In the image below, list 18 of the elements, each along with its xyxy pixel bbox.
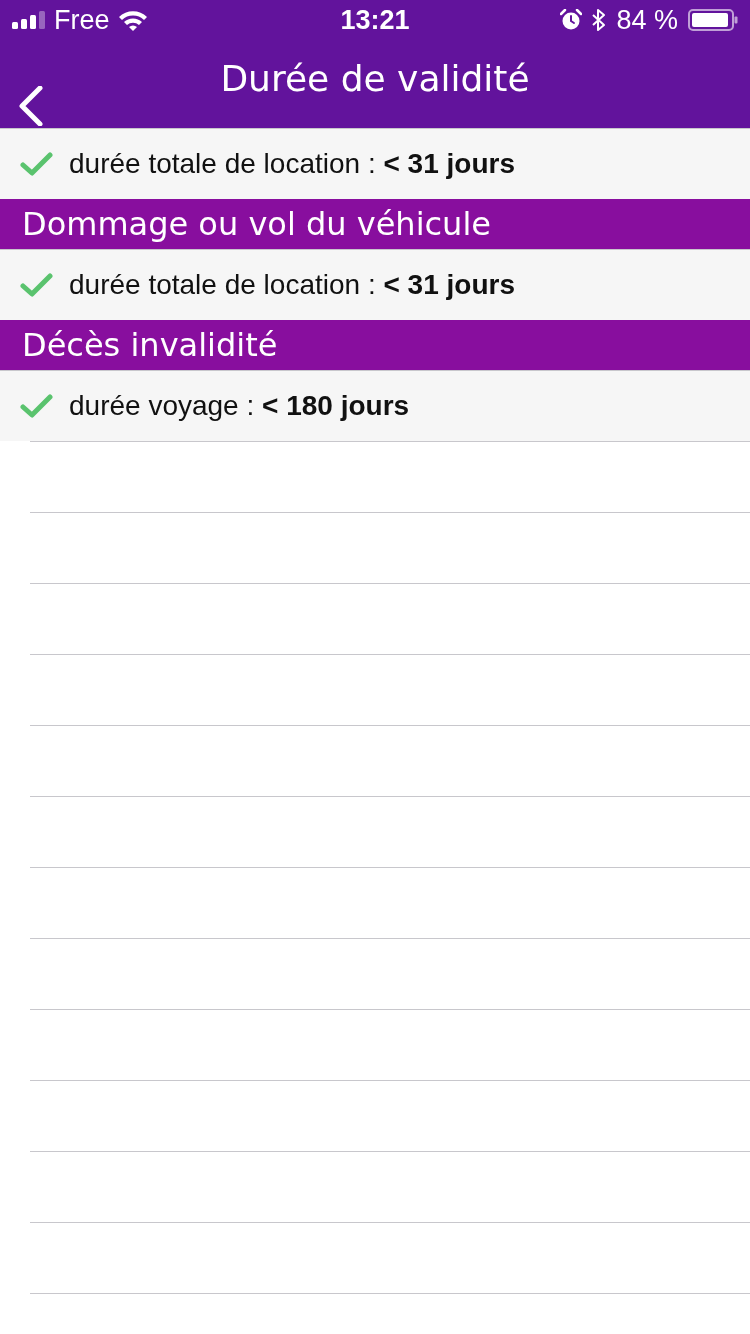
row-text: durée totale de location : < 31 jours <box>69 148 515 180</box>
bluetooth-icon <box>592 8 607 32</box>
signal-icon <box>12 11 46 29</box>
battery-icon <box>688 9 738 31</box>
checkmark-icon <box>20 151 53 177</box>
alarm-clock-icon <box>560 9 583 31</box>
battery-percentage: 84 % <box>616 4 678 36</box>
section-header: Décès invalidité <box>0 320 750 370</box>
screen-title: Durée de validité <box>220 57 530 101</box>
back-chevron-icon <box>18 86 44 126</box>
checkmark-icon <box>20 393 53 419</box>
checkmark-icon <box>20 272 53 298</box>
row-text: durée totale de location : < 31 jours <box>69 269 515 301</box>
wifi-icon <box>117 9 148 31</box>
status-time: 13:21 <box>340 4 410 36</box>
row-text: durée voyage : < 180 jours <box>69 390 410 422</box>
section-header: Dommage ou vol du véhicule <box>0 199 750 249</box>
carrier-name: Free <box>54 4 110 36</box>
